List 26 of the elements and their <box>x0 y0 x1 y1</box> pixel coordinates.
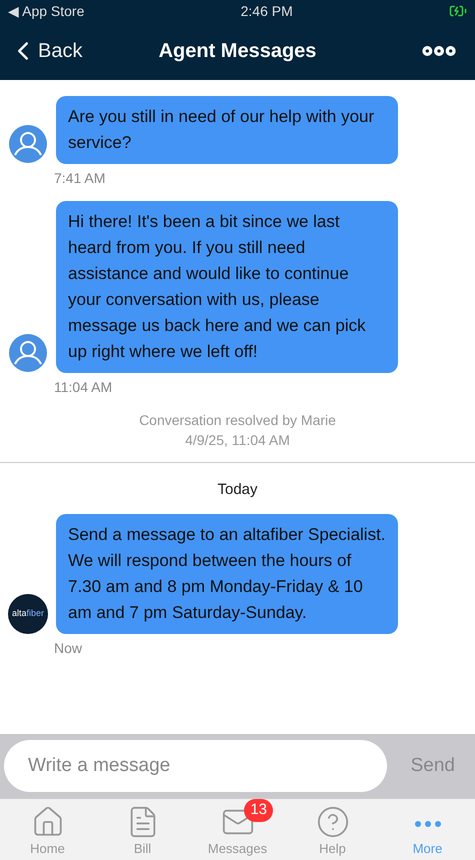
message-time: Now <box>54 638 84 658</box>
notice-text: Conversation resolved by Marie <box>139 411 336 430</box>
status-time: 2:46 PM <box>240 2 293 20</box>
person-avatar-icon <box>8 124 48 164</box>
tab[interactable]: Bill <box>95 799 190 860</box>
tab[interactable]: Help <box>285 799 380 860</box>
tab[interactable]: Home <box>0 799 95 860</box>
unread-badge: 13 <box>244 799 273 822</box>
tab[interactable]: Messages 13 <box>190 799 285 860</box>
message-bubble: Are you still in need of our help with your service? <box>56 96 398 164</box>
window-title: Agent Messages <box>158 39 316 64</box>
notice-text: 4/9/25, 11:04 AM <box>185 431 290 450</box>
person-avatar-icon <box>8 333 48 373</box>
message-bubble: Hi there! It's been a bit since we last heard from you. If you still need assistance and would like to continue your conversation with us, please message us back here and we can pick up right where we left off! <box>56 201 398 373</box>
back-button[interactable]: Back <box>8 36 82 66</box>
message-time: 11:04 AM <box>54 378 114 397</box>
tab[interactable]: More <box>380 799 475 860</box>
logo-avatar: altafiber <box>8 594 48 634</box>
message-time: 7:41 AM <box>54 169 106 188</box>
message-field[interactable]: Write a message <box>4 740 387 792</box>
day-label: Today <box>217 480 258 500</box>
message-bubble: Send a message to an altafiber Specialist. We will respond between the hours of 7.30 am and 8 pm Monday-Friday & 10 am and 7 pm Saturday-Sunday. <box>56 514 398 634</box>
help-icon <box>316 804 350 838</box>
status-back-app[interactable]: ◀ App Store <box>8 0 84 22</box>
more-icon <box>414 820 440 826</box>
send-button[interactable]: Send <box>394 752 471 780</box>
